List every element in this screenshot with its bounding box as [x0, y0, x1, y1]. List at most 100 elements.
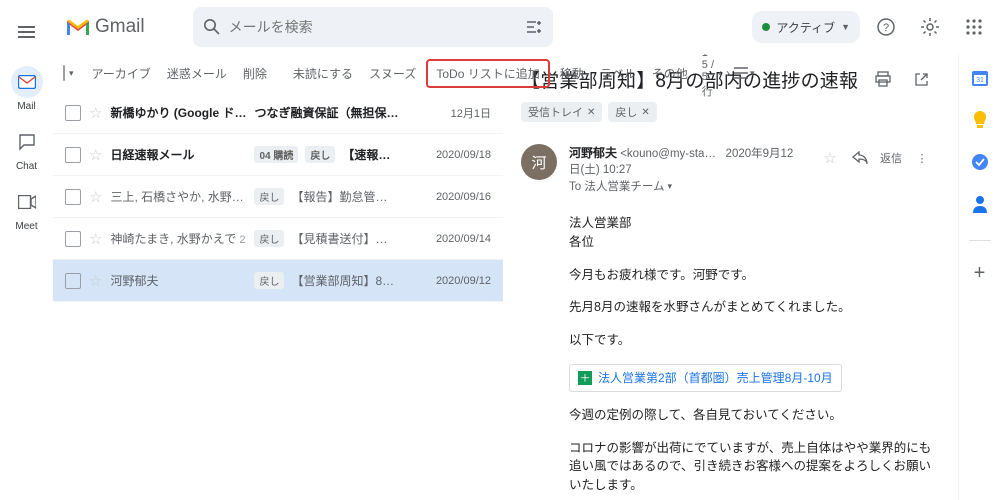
addtodo-button[interactable]: ToDo リストに追加 — [426, 59, 549, 88]
chip-remove[interactable]: ✕ — [641, 107, 649, 118]
page-label: 1–5 / 5 行 — [702, 54, 714, 99]
popout-button[interactable] — [906, 64, 936, 94]
email-row[interactable]: ☆ 三上, 石橋さやか, 水野…3 戻し【報告】勤怠管… 2020/09/16 — [53, 176, 503, 218]
reply-button[interactable] — [846, 144, 874, 172]
reply-label: 返信 — [880, 150, 902, 166]
row-star[interactable]: ☆ — [89, 230, 102, 248]
row-sender: 新橋ゆかり (Google ドキ… — [110, 104, 246, 121]
row-checkbox[interactable] — [65, 273, 81, 289]
filter-icon[interactable] — [525, 18, 543, 36]
row-star[interactable]: ☆ — [89, 272, 102, 290]
row-date: 12月1日 — [433, 105, 491, 121]
more-button[interactable]: その他 — [646, 61, 694, 86]
help-icon: ? — [876, 17, 896, 37]
sender-name: 河野郁夫 — [569, 146, 617, 160]
to-line: To 法人営業チーム — [569, 178, 665, 194]
next-page-button[interactable]: › — [726, 59, 730, 87]
nav-meet[interactable]: Meet — [6, 186, 48, 232]
row-checkbox[interactable] — [65, 147, 81, 163]
menu-button[interactable] — [7, 12, 47, 52]
nav-chat[interactable]: Chat — [6, 126, 48, 172]
status-pill[interactable]: アクティブ ▼ — [752, 11, 860, 43]
meet-icon — [18, 195, 36, 209]
svg-text:31: 31 — [976, 77, 984, 84]
status-label: アクティブ — [776, 19, 835, 36]
email-row[interactable]: ☆ 河野郁夫 戻し【営業部周知】8… 2020/09/12 — [53, 260, 503, 302]
sidepanel-calendar[interactable]: 31 — [970, 68, 990, 88]
label-badge: 戻し — [254, 272, 284, 289]
row-checkbox[interactable] — [65, 231, 81, 247]
row-subject: 戻し【営業部周知】8… — [254, 272, 425, 289]
chip-remove[interactable]: ✕ — [587, 107, 595, 118]
reply-icon — [852, 151, 868, 165]
prev-page-button[interactable]: ‹ — [718, 59, 722, 87]
sidepanel-addons[interactable]: + — [970, 263, 990, 283]
row-date: 2020/09/14 — [433, 233, 491, 245]
active-dot — [762, 23, 770, 31]
label-chip[interactable]: 受信トレイ ✕ — [521, 102, 602, 122]
star-button[interactable]: ☆ — [816, 144, 844, 172]
row-date: 2020/09/16 — [433, 191, 491, 203]
delete-button[interactable]: 削除 — [237, 61, 273, 86]
calendar-icon: 31 — [971, 69, 989, 87]
labels-button[interactable]: ラベル — [594, 61, 642, 86]
settings-button[interactable] — [912, 9, 948, 45]
nav-meet-label: Meet — [15, 221, 37, 232]
row-checkbox[interactable] — [65, 105, 81, 121]
email-row[interactable]: ☆ 新橋ゆかり (Google ドキ… つなぎ融資保証（無担保… 12月1日 — [53, 92, 503, 134]
chevron-down-icon: ▼ — [841, 22, 850, 32]
sidepanel-contacts[interactable] — [970, 194, 990, 214]
row-subject: つなぎ融資保証（無担保… — [254, 104, 425, 121]
nav-chat-label: Chat — [16, 161, 37, 172]
row-subject: 戻し【報告】勤怠管… — [254, 188, 425, 205]
row-star[interactable]: ☆ — [89, 146, 102, 164]
sidepanel-keep[interactable] — [970, 110, 990, 130]
snooze-button[interactable]: スヌーズ — [363, 61, 422, 86]
sheet-attachment-link[interactable]: 法人営業第2部（首都圏）売上管理8月-10月 — [569, 364, 842, 392]
row-subject: 04 購読戻し【速報… — [254, 146, 425, 163]
label-badge: 04 購読 — [254, 146, 298, 163]
sender-avatar[interactable]: 河 — [521, 144, 557, 180]
density-button[interactable]: ▾ — [734, 59, 755, 87]
select-all-checkbox[interactable] — [63, 65, 65, 81]
more-actions-button[interactable]: ⋮ — [908, 144, 936, 172]
row-sender: 三上, 石橋さやか, 水野…3 — [110, 188, 246, 205]
print-button[interactable] — [868, 64, 898, 94]
mail-icon — [18, 75, 36, 89]
nav-mail[interactable]: Mail — [6, 66, 48, 112]
row-star[interactable]: ☆ — [89, 104, 102, 122]
row-checkbox[interactable] — [65, 189, 81, 205]
row-star[interactable]: ☆ — [89, 188, 102, 206]
density-icon — [734, 67, 748, 79]
move-button[interactable]: 移動 — [554, 61, 590, 86]
email-row[interactable]: ☆ 日経速報メール 04 購読戻し【速報… 2020/09/18 — [53, 134, 503, 176]
select-chevron[interactable]: ▾ — [69, 68, 74, 79]
label-badge: 戻し — [254, 230, 284, 247]
markunread-button[interactable]: 未読にする — [287, 61, 359, 86]
search-box[interactable] — [193, 7, 553, 47]
row-sender: 河野郁夫 — [110, 272, 246, 289]
email-row[interactable]: ☆ 神崎たまき, 水野かえで2 戻し【見積書送付】… 2020/09/14 — [53, 218, 503, 260]
spam-button[interactable]: 迷惑メール — [161, 61, 233, 86]
label-chip[interactable]: 戻し ✕ — [608, 102, 656, 122]
tasks-icon — [971, 153, 989, 171]
help-button[interactable]: ? — [868, 9, 904, 45]
popout-icon — [914, 72, 929, 87]
email-body: 法人営業部各位 今月もお疲れ様です。河野です。 先月8月の速報を水野さんがまとめ… — [521, 214, 936, 500]
gmail-logo-icon — [65, 17, 91, 37]
apps-icon — [965, 18, 983, 36]
sheets-icon — [578, 371, 592, 385]
print-icon — [875, 71, 891, 87]
apps-button[interactable] — [956, 9, 992, 45]
search-input[interactable] — [229, 19, 517, 35]
row-sender: 神崎たまき, 水野かえで2 — [110, 230, 246, 247]
gmail-logo[interactable]: Gmail — [61, 16, 155, 38]
sidepanel-tasks[interactable] — [970, 152, 990, 172]
chat-icon — [18, 133, 36, 151]
contacts-icon — [972, 195, 988, 213]
row-sender: 日経速報メール — [110, 146, 246, 163]
svg-text:?: ? — [883, 22, 889, 34]
sender-address: <kouno@my-sta… — [620, 148, 716, 160]
details-chevron[interactable]: ▾ — [668, 181, 673, 192]
archive-button[interactable]: アーカイブ — [86, 61, 157, 86]
